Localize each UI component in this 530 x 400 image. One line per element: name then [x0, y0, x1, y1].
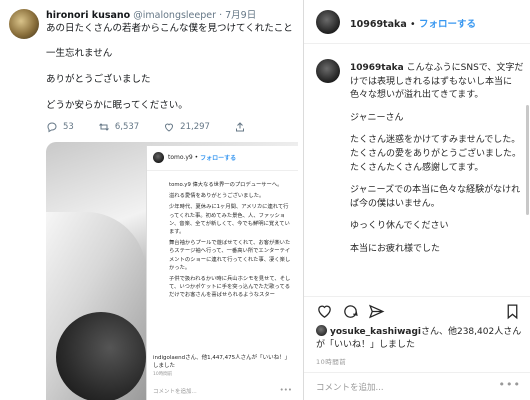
instagram-post-panel: 10969taka • フォローする 10969taka こんなふうにSNSで、…	[303, 0, 530, 400]
embedded-ig-caption-line: 舞台袖からプールで遊ばせてくれて、お客が楽いたらステージ袖へ行って、一番高い所で…	[169, 240, 291, 271]
retweet-button[interactable]: 6,537	[98, 121, 139, 133]
tweet-text-line: 一生忘れません	[46, 48, 113, 59]
ig-avatar[interactable]	[316, 10, 340, 34]
ig-header-separator: •	[410, 19, 416, 30]
embedded-ig-liked-by: indigolaendさん、他1,447,475人さんが「いいね！」しました	[153, 355, 291, 369]
embedded-ig-caption: tomo.y9 偉大なる世界一のプロデューサーへ。 溢れる愛情をありがとうござい…	[169, 181, 293, 303]
embedded-ig-avatar	[153, 152, 164, 163]
embedded-instagram-screenshot: tomo.y9 • フォローする tomo.y9 偉大なる世界一のプロデューサー…	[146, 146, 298, 400]
embedded-ig-time: 10時間前	[153, 372, 173, 377]
liked-by-avatar[interactable]	[316, 325, 327, 336]
ig-caption-paragraph: 10969taka こんなふうにSNSで、文字だけでは表現しきれるはずもないし本…	[350, 62, 526, 103]
share-button[interactable]	[234, 121, 251, 133]
tweet-text-line: あの日たくさんの若者からこんな僕を見つけてくれたこと	[46, 23, 293, 34]
ig-comment-bar: コメントを追加... •••	[304, 372, 530, 400]
ig-liked-by: yosuke_kashiwagiさん、他238,402人さんが「いいね！」しまし…	[316, 325, 526, 352]
ig-action-bar	[304, 296, 530, 324]
embedded-ig-caption-line: 溢れる愛情をありがとうございました。	[169, 193, 265, 200]
embedded-ig-more-icon: •••	[279, 386, 292, 394]
embedded-ig-caption-line: 少年時代、夏休みに1ヶ月間、アメリカに連れて行ってくれた事。初めてみた景色、人、…	[169, 204, 290, 236]
ig-caption-author[interactable]: 10969taka	[350, 63, 404, 73]
ig-header-line: 10969taka • フォローする	[350, 16, 476, 30]
embedded-ig-caption-line: tomo.y9 偉大なる世界一のプロデューサーへ。	[169, 182, 283, 188]
tweet-text-line: どうか安らかに眠ってください。	[46, 100, 188, 111]
share-icon	[235, 122, 244, 132]
liked-by-user[interactable]: yosuke_kashiwagi	[330, 327, 421, 337]
embedded-ig-header: tomo.y9 • フォローする	[153, 152, 236, 163]
embedded-ig-caption-line: 子供で扱われるかい時に兵山ホシモを見せて、そして、いつかポケットに手を突っ込んで…	[169, 276, 291, 299]
ig-post-time[interactable]: 10時間前	[316, 356, 346, 366]
more-options-icon[interactable]: •••	[499, 378, 521, 391]
reply-button[interactable]: 53	[46, 121, 74, 133]
tweet-text-line: ありがとうございました	[46, 74, 151, 85]
embedded-ig-follow: フォローする	[200, 155, 237, 162]
share-direct-icon[interactable]	[368, 303, 385, 320]
reply-icon	[47, 122, 57, 133]
embedded-ig-separator: •	[192, 154, 201, 161]
comment-icon[interactable]	[342, 303, 359, 320]
ig-username[interactable]: 10969taka	[350, 19, 407, 30]
tweet-actions: 53 6,537 21,297	[46, 121, 275, 133]
ig-caption-paragraph: ゆっくり休んでください	[350, 221, 449, 232]
ig-caption: 10969taka こんなふうにSNSで、文字だけでは表現しきれるはずもないし本…	[350, 62, 526, 257]
heart-icon	[165, 123, 174, 132]
like-button[interactable]: 21,297	[163, 121, 210, 133]
comment-input[interactable]: コメントを追加...	[316, 381, 384, 393]
ig-caption-paragraph: 本当にお疲れ様でした	[350, 243, 441, 254]
reply-count: 53	[63, 122, 74, 132]
retweet-icon	[98, 123, 109, 131]
ig-caption-paragraph: ジャニーさん	[350, 112, 404, 123]
follow-button[interactable]: フォローする	[419, 19, 476, 30]
tweet-media[interactable]: tomo.y9 • フォローする tomo.y9 偉大なる世界一のプロデューサー…	[46, 142, 298, 400]
tweet-avatar[interactable]	[9, 9, 39, 39]
ig-scrollbar[interactable]	[526, 105, 529, 215]
tweet-card: hironori kusano @imalongsleeper · 7月9日 あ…	[0, 0, 300, 400]
ig-caption-paragraph: ジャニーズでの本当に色々な経験がなければ今の僕はいません。	[350, 185, 521, 209]
ig-post-header: 10969taka • フォローする	[304, 0, 530, 44]
like-heart-icon[interactable]	[316, 303, 333, 320]
embedded-ig-comment-placeholder: コメントを追加...	[153, 389, 197, 395]
embedded-ig-divider	[147, 170, 298, 171]
ig-comments-area[interactable]: 10969taka こんなふうにSNSで、文字だけでは表現しきれるはずもないし本…	[304, 45, 530, 295]
ig-caption-paragraph: たくさん迷惑をかけてすみませんでした。たくさんの愛をありがとうございました。たく…	[350, 135, 522, 173]
retweet-count: 6,537	[114, 122, 140, 132]
ig-caption-avatar[interactable]	[316, 59, 340, 83]
like-count: 21,297	[180, 122, 210, 132]
photo-image-dark-area	[56, 312, 146, 400]
tweet-header: hironori kusano @imalongsleeper · 7月9日	[46, 7, 256, 21]
embedded-ig-username: tomo.y9	[168, 154, 193, 161]
bookmark-icon[interactable]	[504, 303, 521, 320]
